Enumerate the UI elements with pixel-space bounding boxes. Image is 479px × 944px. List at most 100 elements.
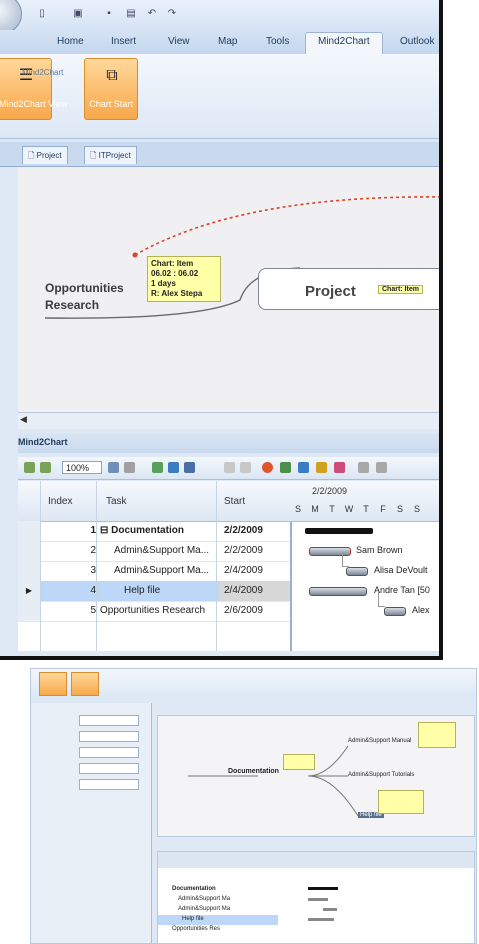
row-task: Admin&Support Ma... bbox=[114, 545, 210, 556]
row-selector[interactable] bbox=[18, 561, 41, 581]
note-line: Chart: Item bbox=[151, 259, 194, 268]
mini-properties-panel bbox=[31, 703, 152, 943]
row-start: 2/4/2009 bbox=[224, 565, 263, 576]
note-line: 06.02 : 06.02 bbox=[151, 269, 199, 278]
mini-row[interactable]: Help file bbox=[182, 916, 204, 922]
mini-task-bar bbox=[308, 918, 334, 921]
grid-icon[interactable] bbox=[152, 462, 163, 473]
panel-title: Mind2Chart bbox=[18, 437, 68, 447]
central-topic-label: Project bbox=[305, 283, 356, 300]
day-label: T bbox=[329, 504, 335, 514]
hierarchy-icon[interactable] bbox=[184, 462, 195, 473]
day-label: S bbox=[396, 504, 403, 514]
main-screenshot: ▯ ▣ ▪ ▤ ↶ ↷ Home Insert View Map Tools M… bbox=[0, 0, 443, 660]
row-index: 5 bbox=[90, 605, 96, 616]
row-index: 3 bbox=[90, 565, 96, 576]
table-row[interactable]: 1 ⊟ Documentation 2/2/2009 bbox=[18, 521, 290, 542]
mini-row[interactable]: Admin&Support Ma bbox=[178, 906, 230, 912]
mini-node[interactable]: Admin&Support Manual bbox=[348, 738, 411, 744]
row-selector[interactable] bbox=[18, 541, 41, 561]
mini-field[interactable] bbox=[79, 779, 139, 790]
mini-row[interactable]: Documentation bbox=[172, 886, 216, 892]
mini-field[interactable] bbox=[79, 731, 139, 742]
copy-icon[interactable] bbox=[358, 462, 369, 473]
mini-row[interactable]: Admin&Support Ma bbox=[178, 896, 230, 902]
column-divider bbox=[216, 481, 217, 651]
settings-icon[interactable] bbox=[124, 462, 135, 473]
note-line: 1 days bbox=[151, 279, 176, 288]
mini-ribbon bbox=[31, 669, 476, 697]
column-start[interactable]: Start bbox=[224, 496, 245, 507]
mini-note bbox=[418, 722, 456, 748]
day-label: S bbox=[413, 504, 420, 514]
table-row[interactable]: 3 Admin&Support Ma... 2/4/2009 bbox=[18, 561, 290, 582]
row-task: ⊟ Documentation bbox=[100, 525, 184, 536]
outdent-icon[interactable] bbox=[240, 462, 251, 473]
zoom-out-icon[interactable] bbox=[40, 462, 51, 473]
day-label: F bbox=[380, 504, 386, 514]
table-row-selected[interactable]: ▶ 4 Help file 2/4/2009 bbox=[18, 581, 290, 602]
mini-chart-button[interactable] bbox=[71, 672, 99, 696]
day-label: M bbox=[311, 504, 319, 514]
zoom-select[interactable]: 100% bbox=[62, 461, 102, 474]
row-start: 2/2/2009 bbox=[224, 545, 263, 556]
panel-title-bar bbox=[18, 433, 439, 453]
row-selector[interactable] bbox=[18, 521, 41, 541]
resource-label: Sam Brown bbox=[356, 545, 403, 555]
day-label: S bbox=[294, 504, 301, 514]
summary-bar[interactable] bbox=[305, 528, 373, 534]
dropdown-icon[interactable] bbox=[108, 462, 119, 473]
mini-row-selected[interactable] bbox=[158, 915, 278, 925]
mini-row[interactable]: Opportunities Res bbox=[172, 926, 220, 932]
row-task: Admin&Support Ma... bbox=[114, 565, 210, 576]
highlight-icon[interactable] bbox=[316, 462, 327, 473]
horizontal-scrollbar[interactable] bbox=[18, 412, 439, 429]
table-row[interactable]: 2 Admin&Support Ma... 2/2/2009 bbox=[18, 541, 290, 562]
resource-icon[interactable] bbox=[280, 462, 291, 473]
note-line: R: Alex Stepa bbox=[151, 289, 203, 298]
row-index: 2 bbox=[90, 545, 96, 556]
mini-gantt[interactable]: Documentation Admin&Support Ma Admin&Sup… bbox=[157, 851, 475, 943]
task-bar[interactable] bbox=[346, 567, 368, 576]
mini-node-documentation[interactable]: Documentation bbox=[228, 768, 279, 775]
mini-field[interactable] bbox=[79, 747, 139, 758]
paste-icon[interactable] bbox=[376, 462, 387, 473]
column-index[interactable]: Index bbox=[48, 496, 72, 507]
row-start: 2/4/2009 bbox=[220, 581, 290, 601]
mini-map-canvas[interactable]: Documentation Admin&Support Manual Admin… bbox=[157, 715, 475, 837]
row-index: 1 bbox=[90, 525, 96, 536]
arrow-icon[interactable] bbox=[298, 462, 309, 473]
row-selector[interactable] bbox=[18, 601, 41, 621]
mini-note bbox=[378, 790, 424, 814]
mini-node[interactable]: Admin&Support Tutorials bbox=[348, 772, 414, 778]
link-icon[interactable] bbox=[168, 462, 179, 473]
day-label: W bbox=[344, 504, 354, 514]
table-row[interactable]: 5 Opportunities Research 2/6/2009 bbox=[18, 601, 290, 622]
task-bar[interactable] bbox=[309, 587, 367, 596]
dependency-line bbox=[342, 552, 349, 567]
mini-summary-bar bbox=[308, 887, 338, 890]
mini-task-bar bbox=[323, 908, 337, 911]
indent-icon[interactable] bbox=[224, 462, 235, 473]
secondary-screenshot: Documentation Admin&Support Manual Admin… bbox=[30, 668, 477, 944]
row-task: Opportunities Research bbox=[100, 605, 206, 616]
mini-field[interactable] bbox=[79, 763, 139, 774]
column-divider bbox=[96, 481, 97, 651]
mini-gantt-toolbar bbox=[158, 852, 474, 868]
day-label: T bbox=[363, 504, 369, 514]
row-start: 2/6/2009 bbox=[224, 605, 263, 616]
zoom-in-icon[interactable] bbox=[24, 462, 35, 473]
column-divider bbox=[40, 481, 41, 651]
scroll-left-icon[interactable]: ◀ bbox=[20, 414, 30, 424]
calendar-icon[interactable] bbox=[334, 462, 345, 473]
topic-opportunities-research[interactable]: Opportunities Research bbox=[45, 280, 140, 314]
mini-task-bar bbox=[308, 898, 328, 901]
current-row-icon[interactable]: ▶ bbox=[18, 581, 41, 601]
central-topic-note: Chart: Item bbox=[378, 285, 423, 294]
column-task[interactable]: Task bbox=[106, 496, 127, 507]
mini-field[interactable] bbox=[79, 715, 139, 726]
mini-view-button[interactable] bbox=[39, 672, 67, 696]
resource-label: Alex bbox=[412, 605, 430, 615]
task-bar[interactable] bbox=[384, 607, 406, 616]
stop-icon[interactable] bbox=[262, 462, 273, 473]
